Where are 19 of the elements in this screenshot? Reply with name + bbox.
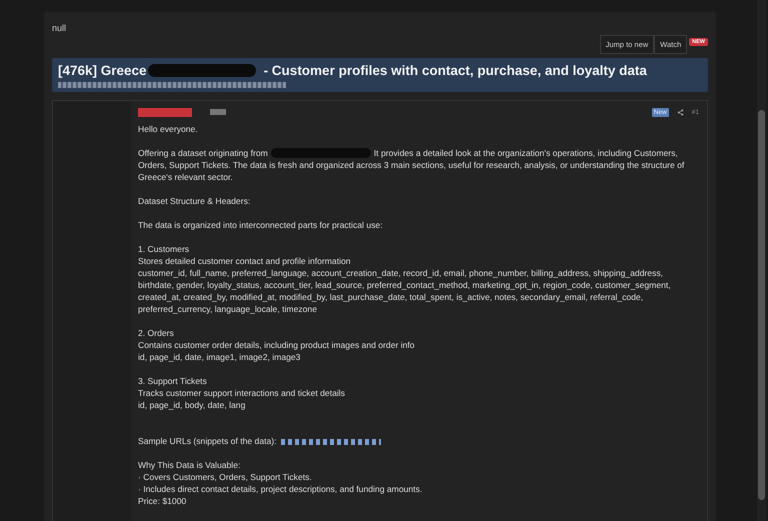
thread-label: null [52, 23, 68, 33]
post-text: It provides a detailed look at the organization's operations, including Customers, [374, 147, 678, 159]
share-icon[interactable] [676, 108, 684, 116]
thread-title: [476k] Greece [58, 63, 147, 78]
post-paragraph: Why This Data is Valuable: · Covers Customers, Orders, Support Tickets. · Includes direct contact details, project descriptions, and funding amounts. Price: $1000 [138, 459, 424, 507]
thread-title: - Customer profiles with contact, purchase, and loyalty data [264, 63, 647, 78]
post-paragraph: Dataset Structure & Headers: [138, 195, 252, 207]
post-paragraph: Hello everyone. [138, 123, 199, 135]
post-paragraph: The data is organized into interconnected parts for practical use: [138, 219, 384, 231]
post-text: Sample URLs (snippets of the data): [138, 436, 277, 446]
post-paragraph: Orders, Support Tickets. The data is fresh and organized across 3 main sections, useful for research, analysis, or understanding the structure of Greece's relevant sector. [138, 159, 686, 183]
blurred-timestamp [210, 109, 226, 115]
post-paragraph: 2. Orders Contains customer order details, including product images and order info id, page_id, date, image1, image2, image3 [138, 327, 416, 363]
post-paragraph: 3. Support Tickets Tracks customer support interactions and ticket details id, page_id, body, date, lang [138, 375, 346, 411]
post-text: Offering a dataset originating from [138, 147, 268, 159]
redacted-username [138, 108, 192, 116]
blurred-link[interactable] [280, 438, 381, 445]
post-paragraph: 1. Customers Stores detailed customer contact and profile information customer_id, full_name, preferred_language, account_creation_date, record_id, email, phone_number, billing_address, shipping_address, birthdate, gender, loyalty_status, account_tier, lead_source, preferred_contact_method, marketing_opt_in, region_code, customer_segment, created_at, created_by, modified_at, modified_by, last_purchase_date, total_spent, is_active, notes, secondary_email, referral_code, preferred_currency, language_locale, timezone [138, 243, 672, 315]
scrollbar-thumb[interactable] [758, 110, 765, 500]
